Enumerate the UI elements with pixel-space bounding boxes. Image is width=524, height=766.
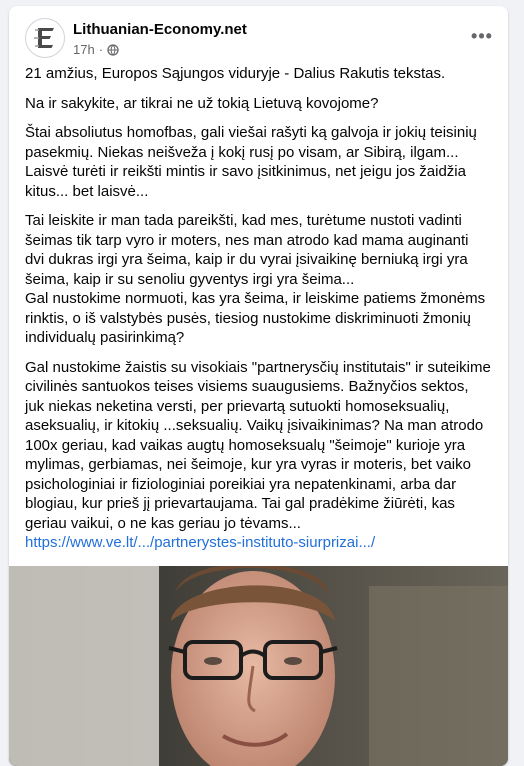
post-photo[interactable] xyxy=(9,566,508,766)
more-options-icon[interactable]: ••• xyxy=(468,26,496,46)
post-paragraph: Štai absoliutus homofbas, gali viešai ra… xyxy=(25,124,477,200)
post-paragraph: Tai leiskite ir man tada pareikšti, kad … xyxy=(25,212,486,346)
meta-separator: · xyxy=(98,42,104,57)
page-logo-icon xyxy=(27,20,63,56)
post-timestamp[interactable]: 17h xyxy=(73,42,95,57)
post-header: Lithuanian-Economy.net 17h · ••• xyxy=(25,18,496,58)
post-text: 21 amžius, Europos Sąjungos viduryje - D… xyxy=(25,64,491,553)
post-meta: 17h · xyxy=(73,42,119,57)
page-avatar[interactable] xyxy=(25,18,65,58)
post-paragraph: Na ir sakykite, ar tikrai ne už tokią Li… xyxy=(25,94,379,112)
post-paragraph: 21 amžius, Europos Sąjungos viduryje - D… xyxy=(25,65,446,82)
page-name-link[interactable]: Lithuanian-Economy.net xyxy=(73,21,247,38)
globe-icon[interactable] xyxy=(107,43,119,56)
post-link[interactable]: https://www.ve.lt/.../partnerystes-insti… xyxy=(25,534,375,551)
man-portrait-photo xyxy=(9,566,508,766)
post-card: Lithuanian-Economy.net 17h · ••• 21 amži… xyxy=(9,6,508,766)
post-paragraph: Gal nustokime žaistis su visokiais "part… xyxy=(25,358,491,532)
